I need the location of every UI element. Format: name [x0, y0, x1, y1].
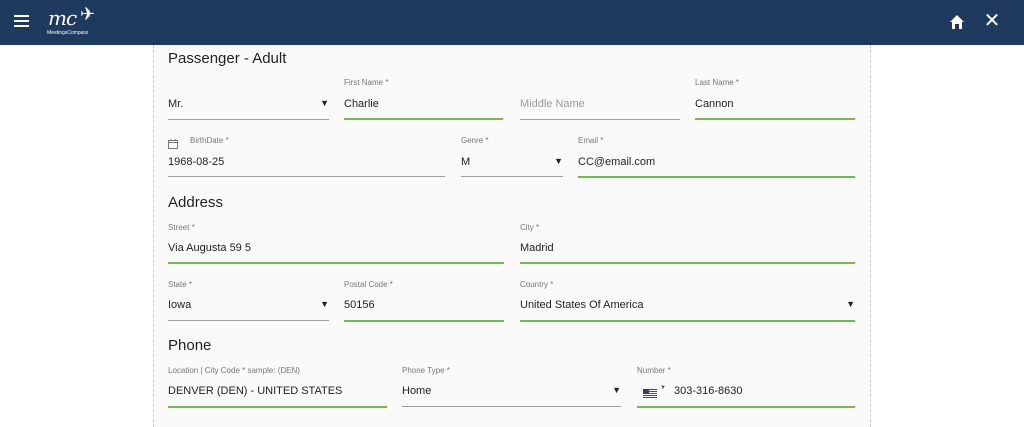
country-flag-picker[interactable]: ▼	[637, 378, 669, 398]
section-title-address: Address	[168, 194, 224, 211]
home-icon[interactable]	[949, 14, 965, 30]
airplane-icon: ✈	[80, 4, 96, 24]
us-flag-icon	[643, 385, 657, 398]
close-icon[interactable]: ✕	[983, 11, 1001, 31]
salutation-select[interactable]: Mr. ▼	[168, 83, 329, 121]
postal-code-label: Postal Code *	[344, 280, 393, 289]
street-value: Via Augusta 59 5	[168, 242, 251, 254]
chevron-down-icon: ▼	[660, 385, 666, 391]
email-value: CC@email.com	[578, 156, 656, 168]
salutation-value: Mr.	[168, 98, 184, 110]
dropdown-arrow-icon: ▼	[320, 98, 329, 108]
street-field[interactable]: Street * Via Augusta 59 5	[168, 223, 504, 265]
logo-tagline: MeetingsCompass	[47, 30, 89, 36]
country-select[interactable]: Country * United States Of America ▼	[520, 280, 855, 322]
menu-icon[interactable]	[14, 15, 29, 29]
dropdown-arrow-icon: ▼	[320, 299, 329, 309]
city-value: Madrid	[520, 242, 554, 254]
calendar-icon[interactable]	[168, 136, 178, 149]
first-name-value: Charlie	[344, 98, 379, 110]
phone-location-field[interactable]: Location | City Code * sample: (DEN) DEN…	[168, 366, 387, 409]
phone-type-value: Home	[402, 385, 432, 397]
phone-number-field[interactable]: Number * ▼ 303-316-8630	[637, 366, 855, 409]
birthdate-label: BirthDate *	[190, 136, 229, 145]
country-label: Country *	[520, 280, 554, 289]
phone-type-label: Phone Type *	[402, 366, 450, 375]
genre-value: M	[461, 156, 471, 168]
middle-name-placeholder: Middle Name	[520, 98, 585, 110]
section-title-passenger: Passenger - Adult	[168, 50, 287, 67]
passenger-form: Passenger - Adult Mr. ▼ First Name * Cha…	[153, 45, 871, 427]
birthdate-field[interactable]: BirthDate * 1968-08-25	[168, 136, 445, 178]
middle-name-field[interactable]: Middle Name	[520, 83, 680, 121]
logo-text: mc	[48, 6, 77, 30]
phone-type-select[interactable]: Phone Type * Home ▼	[402, 366, 621, 409]
genre-label: Genre *	[461, 136, 489, 145]
last-name-field[interactable]: Last Name * Cannon	[695, 78, 855, 121]
dropdown-arrow-icon: ▼	[612, 385, 621, 395]
birthdate-value: 1968-08-25	[168, 156, 225, 168]
postal-code-value: 50156	[344, 299, 375, 311]
state-label: State *	[168, 280, 193, 289]
phone-number-label: Number *	[637, 366, 671, 375]
top-bar: mc ✈ MeetingsCompass ✕	[0, 0, 1024, 45]
genre-select[interactable]: Genre * M ▼	[461, 136, 563, 178]
phone-number-value: 303-316-8630	[674, 385, 743, 397]
last-name-value: Cannon	[695, 98, 734, 110]
dropdown-arrow-icon: ▼	[554, 156, 563, 166]
country-value: United States Of America	[520, 299, 644, 311]
phone-location-value: DENVER (DEN) - UNITED STATES	[168, 385, 343, 397]
state-select[interactable]: State * Iowa ▼	[168, 280, 329, 322]
logo[interactable]: mc ✈ MeetingsCompass	[46, 4, 106, 40]
city-field[interactable]: City * Madrid	[520, 223, 855, 265]
first-name-field[interactable]: First Name * Charlie	[344, 78, 503, 121]
postal-code-field[interactable]: Postal Code * 50156	[344, 280, 504, 322]
email-field[interactable]: Email * CC@email.com	[578, 136, 855, 178]
city-label: City *	[520, 223, 540, 232]
street-label: Street *	[168, 223, 195, 232]
first-name-label: First Name *	[344, 78, 389, 87]
phone-location-label: Location | City Code * sample: (DEN)	[168, 366, 300, 375]
last-name-label: Last Name *	[695, 78, 740, 87]
dropdown-arrow-icon: ▼	[846, 299, 855, 309]
section-title-phone: Phone	[168, 337, 212, 354]
state-value: Iowa	[168, 299, 192, 311]
email-label: Email *	[578, 136, 604, 145]
